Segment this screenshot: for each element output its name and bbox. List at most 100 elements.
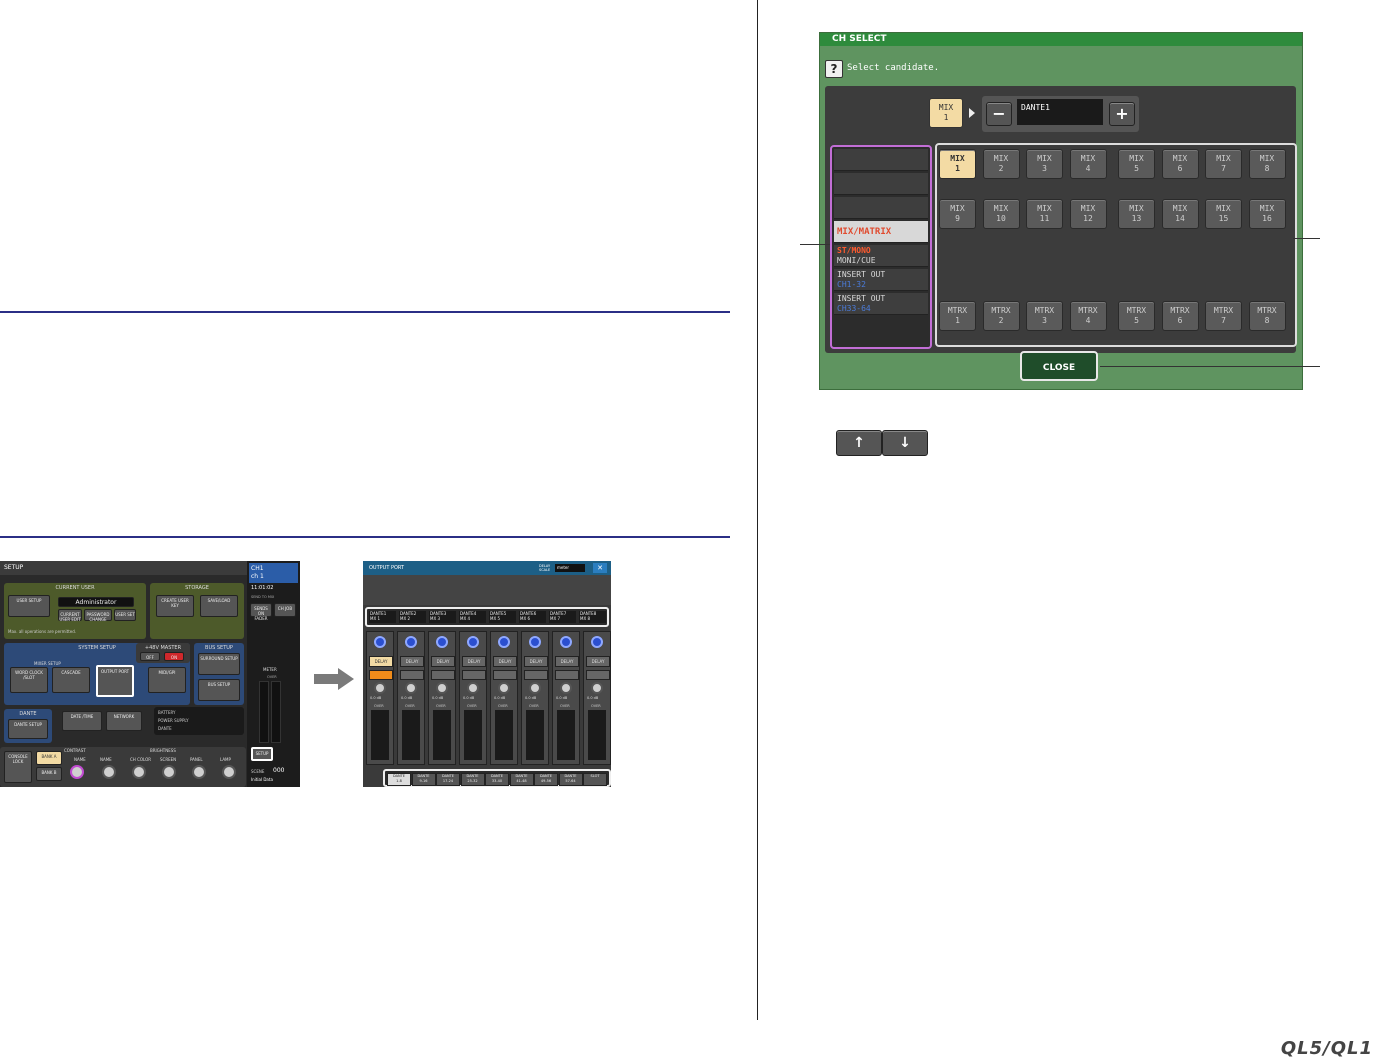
- bank-button[interactable]: DANTE 17-24: [436, 773, 460, 786]
- bank-button[interactable]: SLOT: [583, 773, 607, 786]
- channel-button[interactable]: MTRX 1: [939, 301, 976, 331]
- question-icon[interactable]: ?: [825, 60, 843, 78]
- bank-a-button[interactable]: BANK A: [36, 751, 62, 765]
- brightness-knob[interactable]: [132, 765, 146, 779]
- delay-knob[interactable]: [498, 636, 510, 648]
- channel-button[interactable]: MIX 3: [1026, 149, 1063, 179]
- channel-button[interactable]: MTRX 3: [1026, 301, 1063, 331]
- channel-button[interactable]: MIX 2: [982, 149, 1020, 179]
- brightness-knob[interactable]: [102, 765, 116, 779]
- phase-button[interactable]: [431, 670, 455, 680]
- channel-button[interactable]: MIX 16: [1248, 199, 1286, 229]
- channel-button[interactable]: MIX 8: [1248, 149, 1286, 179]
- gain-knob[interactable]: [374, 682, 386, 694]
- bank-button[interactable]: DANTE 1-8: [387, 773, 411, 786]
- bank-button[interactable]: DANTE 41-48: [509, 773, 534, 786]
- bank-button[interactable]: DANTE 9-16: [411, 773, 436, 786]
- channel-button[interactable]: MIX 10: [982, 199, 1020, 229]
- bank-button[interactable]: DANTE 25-32: [460, 773, 485, 786]
- delay-knob[interactable]: [529, 636, 541, 648]
- brightness-knob[interactable]: [222, 765, 236, 779]
- port-decrement-button[interactable]: −: [986, 102, 1012, 126]
- dante-setup-button[interactable]: DANTE SETUP: [8, 719, 48, 739]
- delay-button[interactable]: DELAY: [586, 656, 610, 667]
- network-button[interactable]: NETWORK: [106, 711, 142, 731]
- port-name-cell[interactable]: DANTE7 MX 7: [549, 611, 576, 623]
- bank-button[interactable]: DANTE 49-56: [534, 773, 558, 786]
- current-user-edit-button[interactable]: CURRENT USER EDIT: [58, 609, 82, 622]
- gain-knob[interactable]: [436, 682, 448, 694]
- phase-button[interactable]: [493, 670, 517, 680]
- port-name-cell[interactable]: DANTE4 MX 4: [459, 611, 486, 623]
- channel-button[interactable]: MTRX 5: [1118, 301, 1155, 331]
- bus-setup-button[interactable]: BUS SETUP: [198, 679, 240, 701]
- bank-button[interactable]: DANTE 33-40: [485, 773, 509, 786]
- close-icon[interactable]: ✕: [593, 563, 607, 573]
- delay-knob[interactable]: [436, 636, 448, 648]
- ch-job-button[interactable]: CH JOB: [274, 603, 296, 617]
- delay-knob[interactable]: [467, 636, 479, 648]
- setup-button[interactable]: SETUP: [251, 747, 273, 761]
- category-item[interactable]: MIX/MATRIX: [834, 221, 928, 243]
- category-item[interactable]: [834, 197, 928, 219]
- delay-button[interactable]: DELAY: [555, 656, 579, 667]
- channel-display[interactable]: CH1 ch 1: [249, 563, 298, 583]
- port-name-cell[interactable]: DANTE8 MX 8: [579, 611, 606, 623]
- port-name-cell[interactable]: DANTE2 MX 2: [399, 611, 426, 623]
- password-change-button[interactable]: PASSWORD CHANGE: [84, 609, 112, 622]
- phantom-on-button[interactable]: ON: [164, 652, 184, 661]
- phase-button[interactable]: [524, 670, 548, 680]
- gain-knob[interactable]: [591, 682, 603, 694]
- source-channel-button[interactable]: MIX 1: [929, 98, 963, 128]
- gain-knob[interactable]: [467, 682, 479, 694]
- phase-button[interactable]: [586, 670, 610, 680]
- port-increment-button[interactable]: +: [1109, 102, 1135, 126]
- close-button[interactable]: CLOSE: [1020, 351, 1098, 381]
- port-name-cell[interactable]: DANTE5 MX 5: [489, 611, 516, 623]
- category-item[interactable]: ST/MONO MONI/CUE: [834, 245, 928, 267]
- sends-on-fader-button[interactable]: SENDS ON FADER: [250, 603, 272, 621]
- brightness-knob[interactable]: [162, 765, 176, 779]
- channel-button[interactable]: MIX 14: [1161, 199, 1199, 229]
- channel-button[interactable]: MTRX 7: [1205, 301, 1242, 331]
- delay-knob[interactable]: [560, 636, 572, 648]
- delay-knob[interactable]: [405, 636, 417, 648]
- channel-button[interactable]: MIX 9: [939, 199, 976, 229]
- port-name-cell[interactable]: DANTE1 MX 1: [369, 611, 396, 623]
- channel-button[interactable]: MIX 12: [1069, 199, 1107, 229]
- midi-gpi-button[interactable]: MIDI/GPI: [148, 667, 186, 693]
- date-time-button[interactable]: DATE /TIME: [62, 711, 102, 731]
- delay-button[interactable]: DELAY: [493, 656, 517, 667]
- channel-button[interactable]: MTRX 6: [1161, 301, 1199, 331]
- delay-button[interactable]: DELAY: [400, 656, 424, 667]
- channel-button[interactable]: MIX 6: [1161, 149, 1199, 179]
- brightness-knob[interactable]: [192, 765, 206, 779]
- create-user-key-button[interactable]: CREATE USER KEY: [156, 595, 194, 617]
- port-name-cell[interactable]: DANTE6 MX 6: [519, 611, 546, 623]
- gain-knob[interactable]: [405, 682, 417, 694]
- delay-knob[interactable]: [591, 636, 603, 648]
- bank-button[interactable]: DANTE 57-64: [558, 773, 583, 786]
- channel-button[interactable]: MIX 13: [1118, 199, 1155, 229]
- phase-button[interactable]: [462, 670, 486, 680]
- category-item[interactable]: INSERT OUT CH1-32: [834, 269, 928, 291]
- phantom-off-button[interactable]: OFF: [140, 652, 160, 661]
- channel-button[interactable]: MIX 15: [1205, 199, 1242, 229]
- category-item[interactable]: [834, 173, 928, 195]
- channel-button[interactable]: MIX 7: [1205, 149, 1242, 179]
- delay-scale-select[interactable]: meter: [555, 564, 585, 572]
- category-item[interactable]: [834, 149, 928, 171]
- channel-button[interactable]: MIX 5: [1118, 149, 1155, 179]
- gain-knob[interactable]: [560, 682, 572, 694]
- cascade-button[interactable]: CASCADE: [52, 667, 90, 693]
- bank-b-button[interactable]: BANK B: [36, 767, 62, 781]
- output-port-button[interactable]: OUTPUT PORT: [96, 665, 134, 697]
- category-item[interactable]: INSERT OUT CH33-64: [834, 293, 928, 315]
- arrow-down-icon[interactable]: ↓: [882, 430, 928, 456]
- gain-knob[interactable]: [498, 682, 510, 694]
- channel-button[interactable]: MIX 4: [1069, 149, 1107, 179]
- gain-knob[interactable]: [529, 682, 541, 694]
- delay-button[interactable]: DELAY: [462, 656, 486, 667]
- word-clock-button[interactable]: WORD CLOCK /SLOT: [10, 667, 48, 693]
- phase-button[interactable]: [369, 670, 393, 680]
